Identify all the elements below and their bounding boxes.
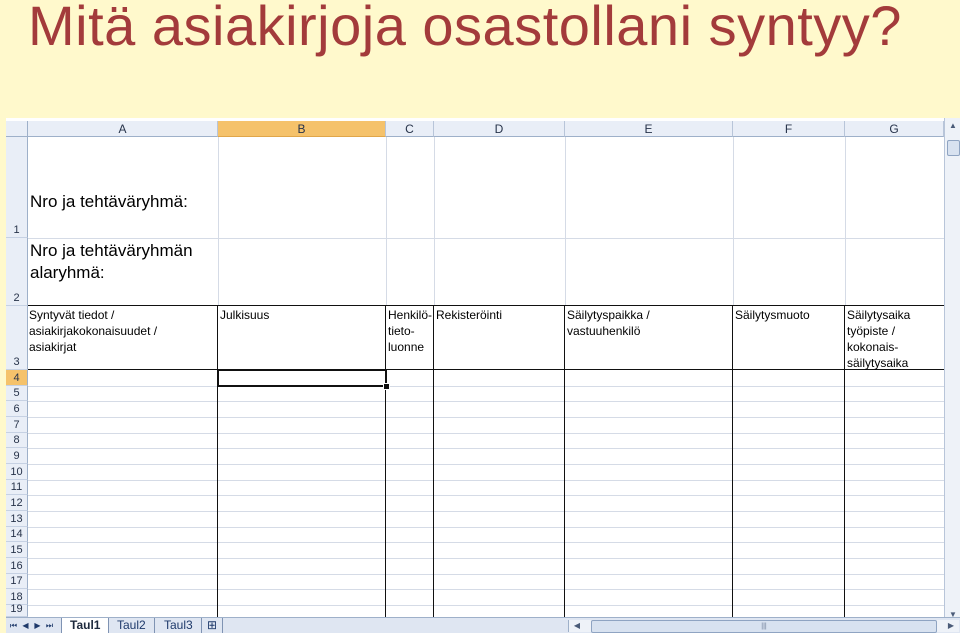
nav-last-icon[interactable]: ⏭ xyxy=(44,620,55,632)
gridline xyxy=(28,558,944,559)
cell-a3-line1[interactable]: Syntyvät tiedot / xyxy=(29,307,114,323)
column-header-a[interactable]: A xyxy=(28,121,218,137)
row-header-12[interactable]: 12 xyxy=(6,495,28,511)
gridline xyxy=(565,137,566,305)
gridline xyxy=(28,464,944,465)
gridline xyxy=(28,542,944,543)
table-border xyxy=(844,305,845,617)
row-header-4[interactable]: 4 xyxy=(6,370,28,386)
sheet-tab-bar: ⏮ ◀ ▶ ⏭ Taul1 Taul2 Taul3 ⊞ ◀ ||| ▶ xyxy=(6,617,960,633)
gridline xyxy=(218,137,219,305)
cell-a1[interactable]: Nro ja tehtäväryhmä: xyxy=(30,191,188,213)
table-border xyxy=(217,305,218,617)
row-header-9[interactable]: 9 xyxy=(6,448,28,464)
row-header-13[interactable]: 13 xyxy=(6,511,28,527)
column-header-b[interactable]: B xyxy=(218,121,386,137)
gridline xyxy=(28,574,944,575)
cell-b3[interactable]: Julkisuus xyxy=(220,307,269,323)
row-header-10[interactable]: 10 xyxy=(6,464,28,480)
gridline xyxy=(28,480,944,481)
horizontal-scrollbar[interactable]: ◀ ||| ▶ xyxy=(568,620,959,633)
cell-g3-line3[interactable]: kokonais- xyxy=(847,339,898,355)
nav-next-icon[interactable]: ▶ xyxy=(32,620,43,632)
gridline xyxy=(28,238,944,239)
row-header-8[interactable]: 8 xyxy=(6,433,28,448)
cell-d3[interactable]: Rekisteröinti xyxy=(436,307,502,323)
sheet-tab-taul2[interactable]: Taul2 xyxy=(109,618,155,633)
cell-a2-line1[interactable]: Nro ja tehtäväryhmän xyxy=(30,240,193,262)
table-border xyxy=(564,305,565,617)
select-all-corner[interactable] xyxy=(6,121,28,137)
cell-c3-line2[interactable]: tieto- xyxy=(388,323,415,339)
scroll-left-icon[interactable]: ◀ xyxy=(571,620,583,632)
sheet-tab-taul1[interactable]: Taul1 xyxy=(61,618,110,633)
cell-f3[interactable]: Säilytysmuoto xyxy=(735,307,810,323)
insert-sheet-icon[interactable]: ⊞ xyxy=(202,618,224,633)
row-header-11[interactable]: 11 xyxy=(6,480,28,495)
cell-a3-line2[interactable]: asiakirjakokonaisuudet / xyxy=(29,323,157,339)
nav-prev-icon[interactable]: ◀ xyxy=(20,620,31,632)
cell-c3-line3[interactable]: luonne xyxy=(388,339,424,355)
row-header-17[interactable]: 17 xyxy=(6,574,28,589)
sheet-tab-taul3[interactable]: Taul3 xyxy=(156,618,202,633)
scroll-up-icon[interactable]: ▲ xyxy=(946,120,960,132)
spreadsheet-window: A B C D E F G 1 2 3 4 5 6 7 8 9 10 11 12… xyxy=(6,118,960,633)
gridline xyxy=(28,386,944,387)
fill-handle[interactable] xyxy=(383,383,390,390)
gridline xyxy=(28,401,944,402)
cell-g3-line2[interactable]: työpiste / xyxy=(847,323,895,339)
row-header-16[interactable]: 16 xyxy=(6,558,28,574)
gridline xyxy=(28,511,944,512)
gridline xyxy=(434,137,435,305)
gridline xyxy=(28,417,944,418)
column-header-f[interactable]: F xyxy=(733,121,845,137)
table-border xyxy=(28,305,944,306)
cell-a3-line3[interactable]: asiakirjat xyxy=(29,339,76,355)
scroll-right-icon[interactable]: ▶ xyxy=(945,620,957,632)
cell-a2-line2[interactable]: alaryhmä: xyxy=(30,262,105,284)
active-cell-b4[interactable] xyxy=(217,369,387,387)
column-header-c[interactable]: C xyxy=(386,121,434,137)
row-header-1[interactable]: 1 xyxy=(6,137,28,238)
gridline xyxy=(733,137,734,305)
nav-first-icon[interactable]: ⏮ xyxy=(8,620,19,632)
row-header-5[interactable]: 5 xyxy=(6,386,28,401)
vertical-scroll-thumb[interactable] xyxy=(947,140,960,156)
row-header-2[interactable]: 2 xyxy=(6,238,28,306)
table-border xyxy=(433,305,434,617)
row-header-19[interactable]: 19 xyxy=(6,603,28,617)
gridline xyxy=(28,605,944,606)
cell-c3-line1[interactable]: Henkilö- xyxy=(388,307,432,323)
horizontal-scroll-thumb[interactable]: ||| xyxy=(591,620,937,633)
gridline xyxy=(845,137,846,305)
gridline xyxy=(28,495,944,496)
gridline xyxy=(28,527,944,528)
row-header-7[interactable]: 7 xyxy=(6,417,28,433)
slide-title: Mitä asiakirjoja osastollani syntyy? xyxy=(28,0,902,57)
column-header-g[interactable]: G xyxy=(845,121,944,137)
table-border xyxy=(732,305,733,617)
cell-e3-line1[interactable]: Säilytyspaikka / xyxy=(567,307,650,323)
gridline xyxy=(28,589,944,590)
row-header-14[interactable]: 14 xyxy=(6,527,28,542)
table-border xyxy=(385,305,386,617)
row-header-3[interactable]: 3 xyxy=(6,306,28,370)
row-header-15[interactable]: 15 xyxy=(6,542,28,558)
table-border xyxy=(28,369,944,370)
row-header-6[interactable]: 6 xyxy=(6,401,28,417)
gridline xyxy=(28,433,944,434)
gridline xyxy=(28,448,944,449)
cell-g3-line1[interactable]: Säilytysaika xyxy=(847,307,910,323)
vertical-scrollbar[interactable]: ▲ ▼ xyxy=(944,118,960,623)
column-header-e[interactable]: E xyxy=(565,121,733,137)
column-header-d[interactable]: D xyxy=(434,121,565,137)
gridline xyxy=(386,137,387,305)
cell-e3-line2[interactable]: vastuuhenkilö xyxy=(567,323,640,339)
cell-g3-line4[interactable]: säilytysaika xyxy=(847,355,908,371)
